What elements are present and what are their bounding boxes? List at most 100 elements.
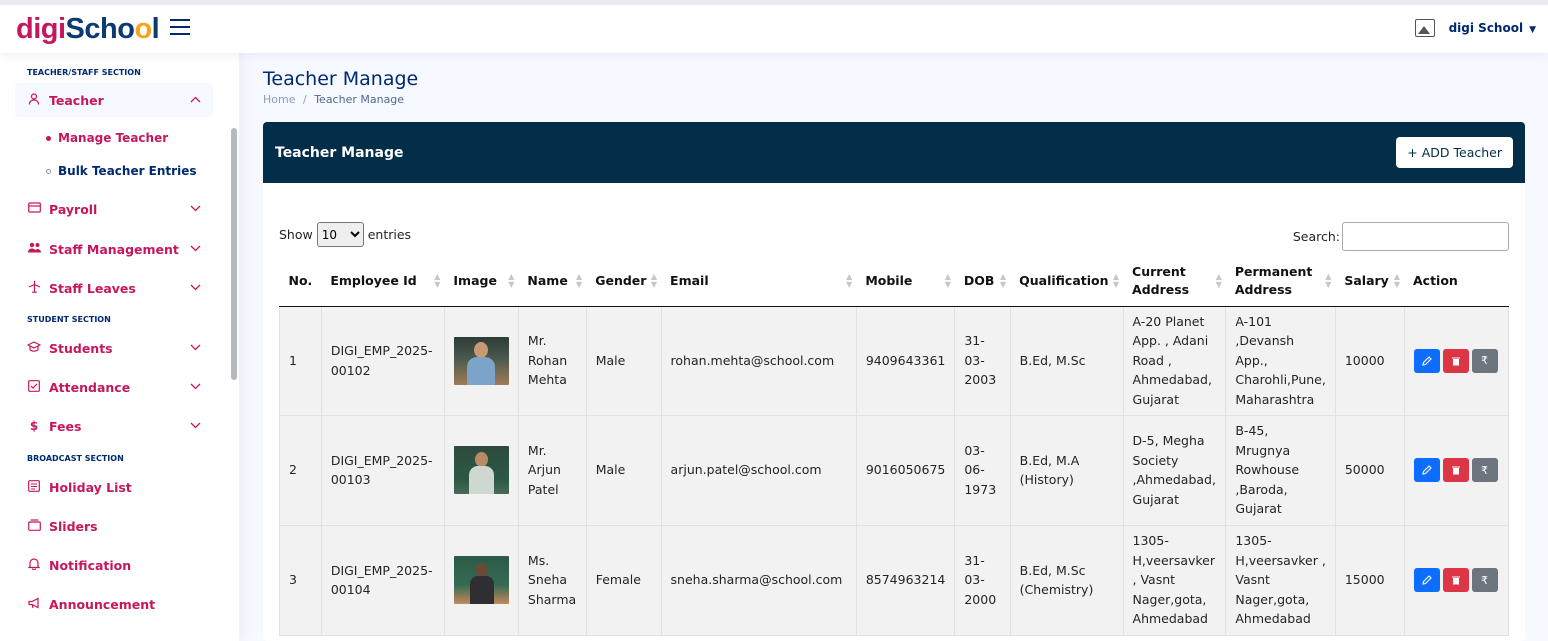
cell-salary: 10000 (1334, 305, 1405, 416)
edit-button[interactable] (1413, 348, 1440, 373)
col-image[interactable]: Image ▲ ▼ (444, 257, 519, 307)
sidebar-item-staff-leaves[interactable]: Staff Leaves (15, 271, 213, 305)
col-salary[interactable]: Salary ▲ ▼ (1335, 257, 1404, 307)
cell-image (443, 305, 519, 416)
col-mobile[interactable]: Mobile ▲ ▼ (856, 257, 955, 307)
sidebar-sub-label: Bulk Teacher Entries (58, 164, 197, 178)
cell-current-address: 1305-H,veersavker , Vasnt Nager,gota, Ah… (1122, 524, 1227, 636)
add-teacher-button[interactable]: + ADD Teacher (1396, 137, 1513, 168)
cell-current-address: A-20 Planet App. , Adani Road , Ahmedaba… (1122, 305, 1227, 416)
col-no[interactable]: No. (279, 257, 322, 307)
sidebar-heading-student: STUDENT SECTION (27, 315, 111, 324)
payment-button[interactable]: ₹ (1471, 458, 1498, 482)
cell-gender: Female (585, 524, 662, 636)
sidebar-item-label: Teacher (49, 92, 104, 108)
cell-employee-id: DIGI_EMP_2025-00103 (320, 414, 445, 526)
delete-button[interactable] (1442, 348, 1469, 373)
cell-gender: Male (585, 305, 662, 416)
breadcrumb-current: Teacher Manage (314, 93, 405, 106)
breadcrumb-separator: / (302, 93, 307, 106)
teacher-photo (453, 556, 509, 604)
sort-icon: ▲ ▼ (650, 272, 658, 290)
mortarboard-icon (26, 341, 42, 355)
trash-icon (1451, 466, 1460, 475)
cell-salary: 15000 (1334, 524, 1405, 636)
sort-icon: ▲ ▼ (1215, 272, 1222, 290)
bell-icon (27, 557, 41, 573)
delete-button[interactable] (1442, 458, 1469, 482)
images-icon (27, 518, 41, 534)
chevron-down-icon (190, 283, 201, 294)
sidebar-item-holiday-list[interactable]: Holiday List (15, 470, 213, 504)
col-employee-id[interactable]: Employee Id ▲ ▼ (321, 257, 445, 307)
rupee-icon: ₹ (1481, 574, 1488, 587)
col-name[interactable]: Name ▲ ▼ (518, 257, 587, 307)
search-control: Search: (1293, 222, 1509, 251)
chevron-up-icon (190, 95, 201, 106)
rupee-icon: ₹ (1481, 355, 1488, 367)
payment-button[interactable]: ₹ (1471, 568, 1498, 592)
cell-email: arjun.patel@school.com (660, 414, 857, 526)
search-input[interactable] (1342, 222, 1509, 251)
rupee-icon: ₹ (1481, 464, 1488, 477)
teacher-photo (453, 446, 509, 494)
sidebar-sub-manage-teacher[interactable]: Manage Teacher (46, 131, 168, 145)
table-header-row: No. Employee Id ▲ ▼ Image ▲ ▼ Name ▲ ▼ Gender ▲… (279, 257, 1509, 307)
sidebar-item-notification[interactable]: Notification (15, 548, 213, 582)
col-qualification[interactable]: Qualification ▲ ▼ (1010, 257, 1124, 307)
dollar-icon: $ (29, 419, 39, 433)
cell-name: Ms. Sneha Sharma (517, 524, 587, 636)
cell-mobile: 8574963214 (855, 524, 956, 636)
sidebar-item-students[interactable]: Students (15, 331, 213, 365)
cell-no: 1 (279, 305, 322, 416)
sidebar-scrollbar[interactable] (231, 128, 237, 380)
sidebar-item-announcement[interactable]: Announcement (15, 587, 213, 621)
pencil-icon (1421, 575, 1432, 585)
col-current-address[interactable]: Current Address ▲ ▼ (1123, 257, 1226, 307)
sort-icon: ▲ ▼ (944, 272, 951, 290)
sidebar-item-attendance[interactable]: Attendance (15, 370, 213, 404)
sidebar-heading-broadcast: BROADCAST SECTION (27, 454, 124, 463)
menu-toggle-icon[interactable] (170, 19, 190, 37)
sidebar-item-payroll[interactable]: Payroll (15, 192, 213, 226)
col-dob[interactable]: DOB ▲ ▼ (954, 257, 1011, 307)
avatar-image-icon (1414, 19, 1435, 37)
digischool-logo[interactable]: digiSchool (16, 13, 160, 46)
payment-button[interactable]: ₹ (1471, 348, 1498, 373)
page-title: Teacher Manage (263, 68, 419, 90)
col-email[interactable]: Email ▲ ▼ (661, 257, 857, 307)
col-permanent-address-label: Permanent Address (1234, 263, 1313, 298)
col-permanent-address[interactable]: Permanent Address ▲ ▼ (1225, 257, 1336, 307)
breadcrumb-home[interactable]: Home (263, 93, 295, 106)
sort-icon: ▲ ▼ (576, 272, 583, 290)
sidebar-sub-bulk-teacher[interactable]: Bulk Teacher Entries (46, 164, 196, 178)
sidebar-item-label: Sliders (49, 518, 98, 534)
bullet-icon (46, 168, 51, 174)
chevron-down-icon (190, 343, 201, 354)
cell-dob: 31-03-2000 (954, 524, 1011, 636)
cell-no: 2 (279, 414, 322, 526)
edit-button[interactable] (1413, 458, 1440, 482)
sidebar-item-teacher[interactable]: Teacher (15, 83, 213, 117)
sidebar-item-fees[interactable]: $ Fees (15, 409, 213, 443)
entries-select[interactable]: 10 (316, 222, 364, 247)
table-row: 2 DIGI_EMP_2025-00103 Mr. Arjun Patel Ma… (279, 414, 1509, 526)
cell-salary: 50000 (1334, 414, 1405, 526)
sidebar-item-label: Notification (49, 557, 132, 573)
cell-qualification: B.Ed, M.A (History) (1009, 414, 1124, 526)
edit-button[interactable] (1413, 568, 1440, 592)
delete-button[interactable] (1442, 568, 1469, 592)
sort-icon: ▲ ▼ (1325, 272, 1332, 290)
cell-image (443, 524, 519, 636)
sidebar-item-sliders[interactable]: Sliders (15, 509, 213, 543)
cell-qualification: B.Ed, M.Sc (1009, 305, 1124, 416)
pencil-icon (1421, 465, 1432, 475)
cell-permanent-address: B-45, Mrugnya Rowhouse ,Baroda, Gujarat (1225, 414, 1336, 526)
cell-email: rohan.mehta@school.com (660, 305, 857, 416)
cell-dob: 31-03-2003 (954, 305, 1011, 416)
col-gender[interactable]: Gender ▲ ▼ (586, 257, 662, 307)
sidebar-heading-teacher: TEACHER/STAFF SECTION (27, 68, 141, 77)
logo-text-digi: digi (16, 13, 66, 45)
sidebar-item-staff-management[interactable]: Staff Management (15, 232, 213, 266)
profile-dropdown[interactable]: digi School ▼ (1414, 19, 1536, 37)
